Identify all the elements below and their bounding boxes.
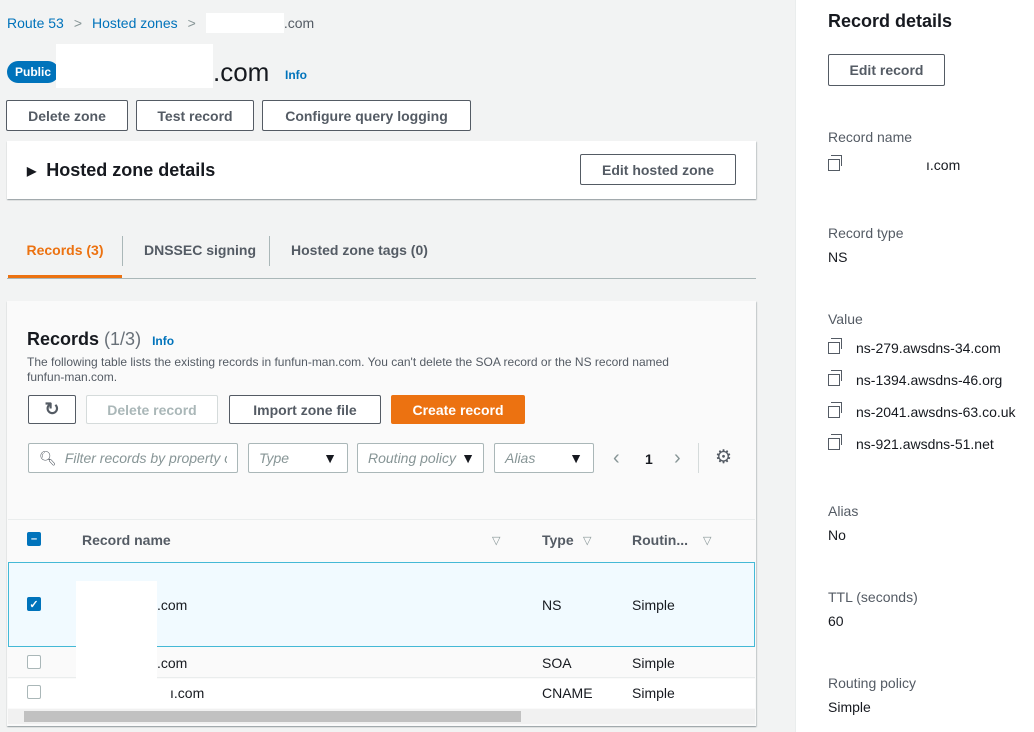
next-page-button[interactable]: › [674, 447, 681, 470]
tab-divider [122, 236, 123, 266]
chevron-right-icon: > [187, 15, 196, 31]
records-info-link[interactable]: Info [152, 334, 174, 348]
details-title: Record details [828, 11, 953, 31]
routing-policy-value: Simple [828, 699, 871, 715]
value-label: Value [828, 311, 863, 327]
expand-toggle[interactable]: ▶ Hosted zone details [27, 160, 215, 181]
edit-record-button[interactable]: Edit record [828, 54, 945, 86]
chevron-right-icon: > [73, 15, 83, 31]
copy-icon[interactable] [828, 434, 842, 450]
sort-icon[interactable]: ▽ [583, 534, 591, 547]
scrollbar-thumb[interactable] [24, 711, 521, 722]
breadcrumb-current: .com [205, 13, 314, 33]
caret-down-icon: ▼ [569, 450, 583, 466]
tab-records[interactable]: Records (3) [8, 236, 122, 278]
caret-down-icon: ▼ [461, 450, 475, 466]
copy-icon[interactable] [828, 338, 842, 354]
copy-icon[interactable] [828, 370, 842, 386]
tabs-underline [7, 278, 756, 279]
alias-label: Alias [828, 503, 859, 519]
settings-gear-icon[interactable]: ⚙ [715, 446, 732, 469]
copy-icon[interactable] [828, 155, 842, 171]
record-name-value: ı.com [828, 155, 960, 173]
record-name: ı.com [170, 685, 205, 701]
record-routing: Simple [632, 597, 675, 613]
import-zone-file-button[interactable]: Import zone file [229, 395, 381, 424]
column-routing[interactable]: Routin... [632, 532, 688, 548]
horizontal-scrollbar[interactable] [8, 709, 755, 724]
record-type: SOA [542, 655, 572, 671]
delete-zone-button[interactable]: Delete zone [6, 100, 128, 131]
copy-icon[interactable] [828, 402, 842, 418]
tab-dnssec[interactable]: DNSSEC signing [144, 236, 256, 264]
row-checkbox[interactable] [27, 685, 41, 699]
page-title: .com [213, 57, 270, 87]
value-item: ns-921.awsdns-51.net [828, 434, 994, 452]
record-type-value: NS [828, 249, 848, 265]
ttl-label: TTL (seconds) [828, 589, 918, 605]
search-icon: 🔍︎ [39, 449, 57, 466]
tab-divider [269, 236, 270, 266]
column-type[interactable]: Type [542, 532, 574, 548]
record-name-label: Record name [828, 129, 913, 145]
records-heading: Records (1/3) Info [27, 329, 175, 349]
refresh-button[interactable]: ↻ [28, 395, 76, 424]
column-record-name[interactable]: Record name [82, 532, 171, 548]
value-item: ns-279.awsdns-34.com [828, 338, 1001, 356]
records-description: The following table lists the existing r… [27, 355, 669, 384]
row-checkbox[interactable]: ✓ [27, 597, 41, 611]
refresh-icon: ↻ [44, 399, 60, 419]
page-number[interactable]: 1 [645, 451, 653, 467]
record-routing: Simple [632, 655, 675, 671]
test-record-button[interactable]: Test record [136, 100, 254, 131]
select-all-checkbox[interactable]: – [27, 532, 41, 546]
caret-right-icon: ▶ [27, 163, 37, 178]
alias-value: No [828, 527, 846, 543]
record-type: NS [542, 597, 562, 613]
type-filter-select[interactable]: Type ▼ [248, 443, 348, 473]
record-type: CNAME [542, 685, 593, 701]
breadcrumb-route53[interactable]: Route 53 [7, 15, 64, 31]
hosted-zone-details-panel: ▶ Hosted zone details Edit hosted zone [7, 141, 756, 199]
filter-records-input[interactable]: 🔍︎ Filter records by property o [28, 443, 238, 473]
breadcrumb: Route 53 > Hosted zones > .com [7, 13, 314, 33]
caret-down-icon: ▼ [323, 450, 337, 466]
alias-filter-select[interactable]: Alias ▼ [494, 443, 594, 473]
routing-policy-label: Routing policy [828, 675, 916, 691]
record-name: .com [157, 655, 188, 671]
value-item: ns-1394.awsdns-46.org [828, 370, 1002, 388]
tab-hosted-zone-tags[interactable]: Hosted zone tags (0) [291, 236, 428, 264]
record-routing: Simple [632, 685, 675, 701]
value-item: ns-2041.awsdns-63.co.uk [828, 402, 1016, 420]
routing-policy-filter-select[interactable]: Routing policy ▼ [357, 443, 484, 473]
ttl-value: 60 [828, 613, 844, 629]
redacted-zone-name [56, 44, 213, 88]
breadcrumb-hosted-zones[interactable]: Hosted zones [92, 15, 178, 31]
record-name: .com [157, 597, 188, 613]
prev-page-button[interactable]: ‹ [613, 447, 620, 470]
sort-icon[interactable]: ▽ [492, 534, 500, 547]
create-record-button[interactable]: Create record [391, 395, 525, 424]
delete-record-button[interactable]: Delete record [86, 395, 218, 424]
record-type-label: Record type [828, 225, 904, 241]
configure-query-logging-button[interactable]: Configure query logging [262, 100, 471, 131]
row-checkbox[interactable] [27, 655, 41, 669]
public-badge: Public [7, 61, 60, 83]
sort-icon[interactable]: ▽ [703, 534, 711, 547]
edit-hosted-zone-button[interactable]: Edit hosted zone [580, 154, 736, 185]
info-link[interactable]: Info [285, 68, 307, 82]
redacted-record-names [76, 581, 157, 708]
